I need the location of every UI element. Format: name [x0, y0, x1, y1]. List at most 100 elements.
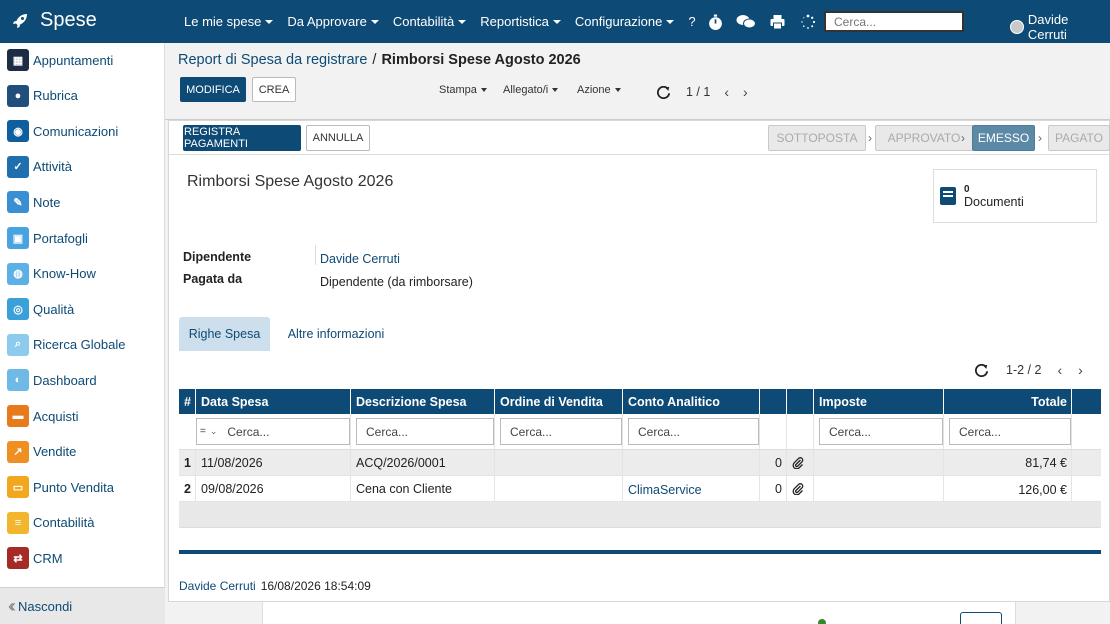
sidebar-item-label: Appuntamenti [33, 52, 114, 68]
sidebar-item-comunicazioni[interactable]: ◉ Comunicazioni [7, 119, 118, 143]
record-pager: 1 / 1 ‹ › [657, 84, 748, 100]
paperclip-icon[interactable] [787, 450, 814, 475]
pager-value[interactable]: 1 / 1 [686, 85, 710, 99]
col-header-attach [787, 389, 814, 414]
sidebar-hide-button[interactable]: ‹‹ Nascondi [0, 587, 165, 624]
attachment-dropdown[interactable]: Allegato/i [503, 84, 559, 96]
description-filter-input[interactable]: Cerca... [356, 418, 494, 445]
sidebar-item-label: Rubrica [33, 88, 78, 104]
col-header-sale-order[interactable]: Ordine di Vendita [495, 389, 623, 414]
col-header-tail [1072, 389, 1101, 414]
breadcrumb-parent[interactable]: Report di Spesa da registrare [178, 52, 367, 68]
table-row[interactable]: 2 09/08/2026 Cena con Cliente ClimaServi… [179, 476, 1101, 502]
menu-reportistica[interactable]: Reportistica [480, 14, 561, 29]
print-dropdown[interactable]: Stampa [439, 84, 487, 96]
double-chevron-left-icon: ‹‹ [8, 595, 16, 616]
follow-button[interactable] [960, 612, 1002, 624]
sidebar-item-label: Acquisti [33, 408, 79, 424]
timer-icon[interactable] [705, 12, 725, 32]
sidebar-item-punto-vendita[interactable]: ▭ Punto Vendita [7, 475, 114, 499]
paperclip-icon[interactable] [787, 476, 814, 501]
global-search-input[interactable] [824, 11, 964, 32]
chevron-right-icon[interactable]: › [1078, 362, 1083, 378]
refresh-icon[interactable] [975, 363, 988, 377]
cancel-button[interactable]: ANNULLA [306, 125, 370, 151]
create-button[interactable]: CREA [252, 77, 296, 102]
sidebar-item-note[interactable]: ✎ Note [7, 190, 60, 214]
sidebar-item-label: Punto Vendita [33, 479, 114, 495]
form-sheet: REGISTRA PAGAMENTI ANNULLA SOTTOPOSTA › … [168, 120, 1110, 602]
avatar [1010, 20, 1024, 34]
sidebar-item-acquisti[interactable]: ▬ Acquisti [7, 404, 79, 428]
row-analytic[interactable]: ClimaService [623, 476, 760, 501]
sidebar-item-qualit-[interactable]: ◎ Qualità [7, 297, 74, 321]
col-header-date[interactable]: Data Spesa [196, 389, 351, 414]
col-header-taxes[interactable]: Imposte [814, 389, 944, 414]
sidebar-item-ricerca-globale[interactable]: ⌕ Ricerca Globale [7, 333, 126, 357]
taxes-filter-input[interactable]: Cerca... [819, 418, 943, 445]
app-brand[interactable]: Spese [12, 9, 97, 32]
menu-da-approvare[interactable]: Da Approvare [287, 14, 379, 29]
sidebar-item-contabilit-[interactable]: ≡ Contabilità [7, 511, 94, 535]
stage-approvato[interactable]: APPROVATO [875, 125, 973, 151]
chevron-down-icon[interactable]: ⌄ [210, 426, 218, 437]
menu-help[interactable]: ? [688, 14, 695, 29]
chatter-author[interactable]: Davide Cerruti [179, 579, 256, 593]
stage-pagato[interactable]: PAGATO [1048, 125, 1110, 151]
date-filter-input[interactable]: = ⌄ Cerca... [196, 418, 350, 445]
col-header-total[interactable]: Totale [944, 389, 1072, 414]
attachment-label: Allegato/i [503, 84, 549, 96]
edit-button[interactable]: MODIFICA [180, 77, 246, 102]
refresh-icon[interactable] [657, 85, 670, 99]
stage-sottoposta[interactable]: SOTTOPOSTA [768, 125, 866, 151]
pos-icon: ▭ [7, 476, 29, 499]
sidebar-item-attivit-[interactable]: ✓ Attività [7, 155, 72, 179]
sidebar-item-label: Vendite [33, 444, 77, 460]
sidebar-item-vendite[interactable]: ↗ Vendite [7, 440, 76, 464]
sidebar-item-label: Contabilità [33, 515, 95, 531]
chevron-left-icon[interactable]: ‹ [1057, 362, 1062, 378]
chevron-right-icon[interactable]: › [743, 84, 748, 100]
table-empty-row [179, 528, 1101, 554]
documents-smart-button[interactable]: 0 Documenti [933, 169, 1097, 223]
sidebar-item-crm[interactable]: ⇄ CRM [7, 546, 63, 570]
action-dropdown[interactable]: Azione [577, 84, 621, 96]
sidebar-item-dashboard[interactable]: ◐ Dashboard [7, 368, 97, 392]
col-header-description[interactable]: Descrizione Spesa [351, 389, 495, 414]
menu-label: ? [688, 14, 696, 29]
analytic-filter-input[interactable]: Cerca... [628, 418, 759, 445]
table-header: # Data Spesa Descrizione Spesa Ordine di… [179, 389, 1101, 414]
chevron-left-icon[interactable]: ‹ [724, 84, 729, 100]
caret-down-icon [458, 19, 467, 24]
tab-altre-informazioni[interactable]: Altre informazioni [281, 317, 391, 351]
menu-le-mie-spese[interactable]: Le mie spese [184, 14, 274, 29]
lock-icon: ▣ [7, 227, 29, 249]
table-empty-row [179, 502, 1101, 528]
menu-contabilita[interactable]: Contabilità [393, 14, 467, 29]
sidebar-item-know-how[interactable]: ◍ Know-How [7, 262, 96, 286]
filter-operator[interactable]: = [200, 426, 206, 437]
spinner-icon [798, 12, 818, 32]
print-icon[interactable] [767, 12, 787, 32]
stage-emesso[interactable]: EMESSO [972, 125, 1035, 151]
status-dot-icon [818, 619, 826, 624]
col-header-analytic[interactable]: Conto Analitico [623, 389, 760, 414]
table-row[interactable]: 1 11/08/2026 ACQ/2026/0001 0 81,74 € [179, 450, 1101, 476]
register-payment-button[interactable]: REGISTRA PAGAMENTI [183, 125, 301, 151]
sidebar-item-rubrica[interactable]: ● Rubrica [7, 84, 78, 108]
sidebar-item-portafogli[interactable]: ▣ Portafogli [7, 226, 88, 250]
tab-righe-spesa[interactable]: Righe Spesa [179, 317, 270, 351]
topbar-icons [705, 12, 829, 32]
sidebar-item-label: Note [33, 194, 61, 210]
list-pager-value[interactable]: 1-2 / 2 [1006, 363, 1041, 377]
menu-configurazione[interactable]: Configurazione [575, 14, 675, 29]
sale-order-filter-input[interactable]: Cerca... [500, 418, 622, 445]
chat-icon[interactable] [736, 12, 756, 32]
sidebar-item-appuntamenti[interactable]: ▦ Appuntamenti [7, 48, 113, 72]
user-menu[interactable]: Davide Cerruti [1010, 12, 1110, 42]
chevron-right-icon: › [961, 131, 965, 145]
employee-value[interactable]: Davide Cerruti [320, 252, 400, 266]
total-filter-input[interactable]: Cerca... [949, 418, 1071, 445]
row-num: 1 [179, 450, 196, 475]
chatter-date: 16/08/2026 18:54:09 [260, 579, 371, 593]
